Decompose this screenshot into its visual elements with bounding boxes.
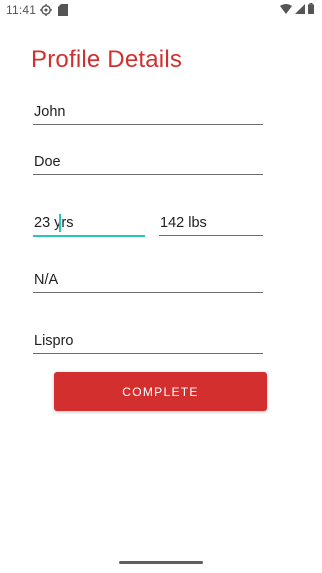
- na-value: N/A: [34, 272, 59, 288]
- insulin-field[interactable]: Lispro: [33, 327, 263, 354]
- settings-icon: [40, 4, 52, 16]
- page-title: Profile Details: [31, 46, 183, 73]
- last-name-value: Doe: [34, 154, 61, 170]
- first-name-field[interactable]: John: [33, 98, 263, 125]
- insulin-value: Lispro: [34, 333, 74, 349]
- cell-signal-icon: [295, 3, 305, 14]
- wifi-icon: [280, 3, 292, 14]
- status-time: 11:41: [6, 3, 37, 17]
- first-name-value: John: [34, 104, 66, 120]
- age-field[interactable]: 23 yrs: [33, 209, 145, 237]
- last-name-field[interactable]: Doe: [33, 148, 263, 175]
- status-bar: 11:41: [0, 0, 322, 22]
- text-cursor: [59, 214, 61, 232]
- complete-button[interactable]: COMPLETE: [54, 372, 267, 411]
- age-value: 23 yrs: [34, 215, 74, 231]
- status-right-icons: [280, 3, 314, 14]
- weight-value: 142 lbs: [160, 215, 207, 231]
- battery-icon: [308, 3, 314, 14]
- weight-field[interactable]: 142 lbs: [159, 209, 263, 236]
- gesture-nav-handle[interactable]: [119, 561, 203, 564]
- na-field[interactable]: N/A: [33, 266, 263, 293]
- sd-card-icon: [58, 4, 68, 16]
